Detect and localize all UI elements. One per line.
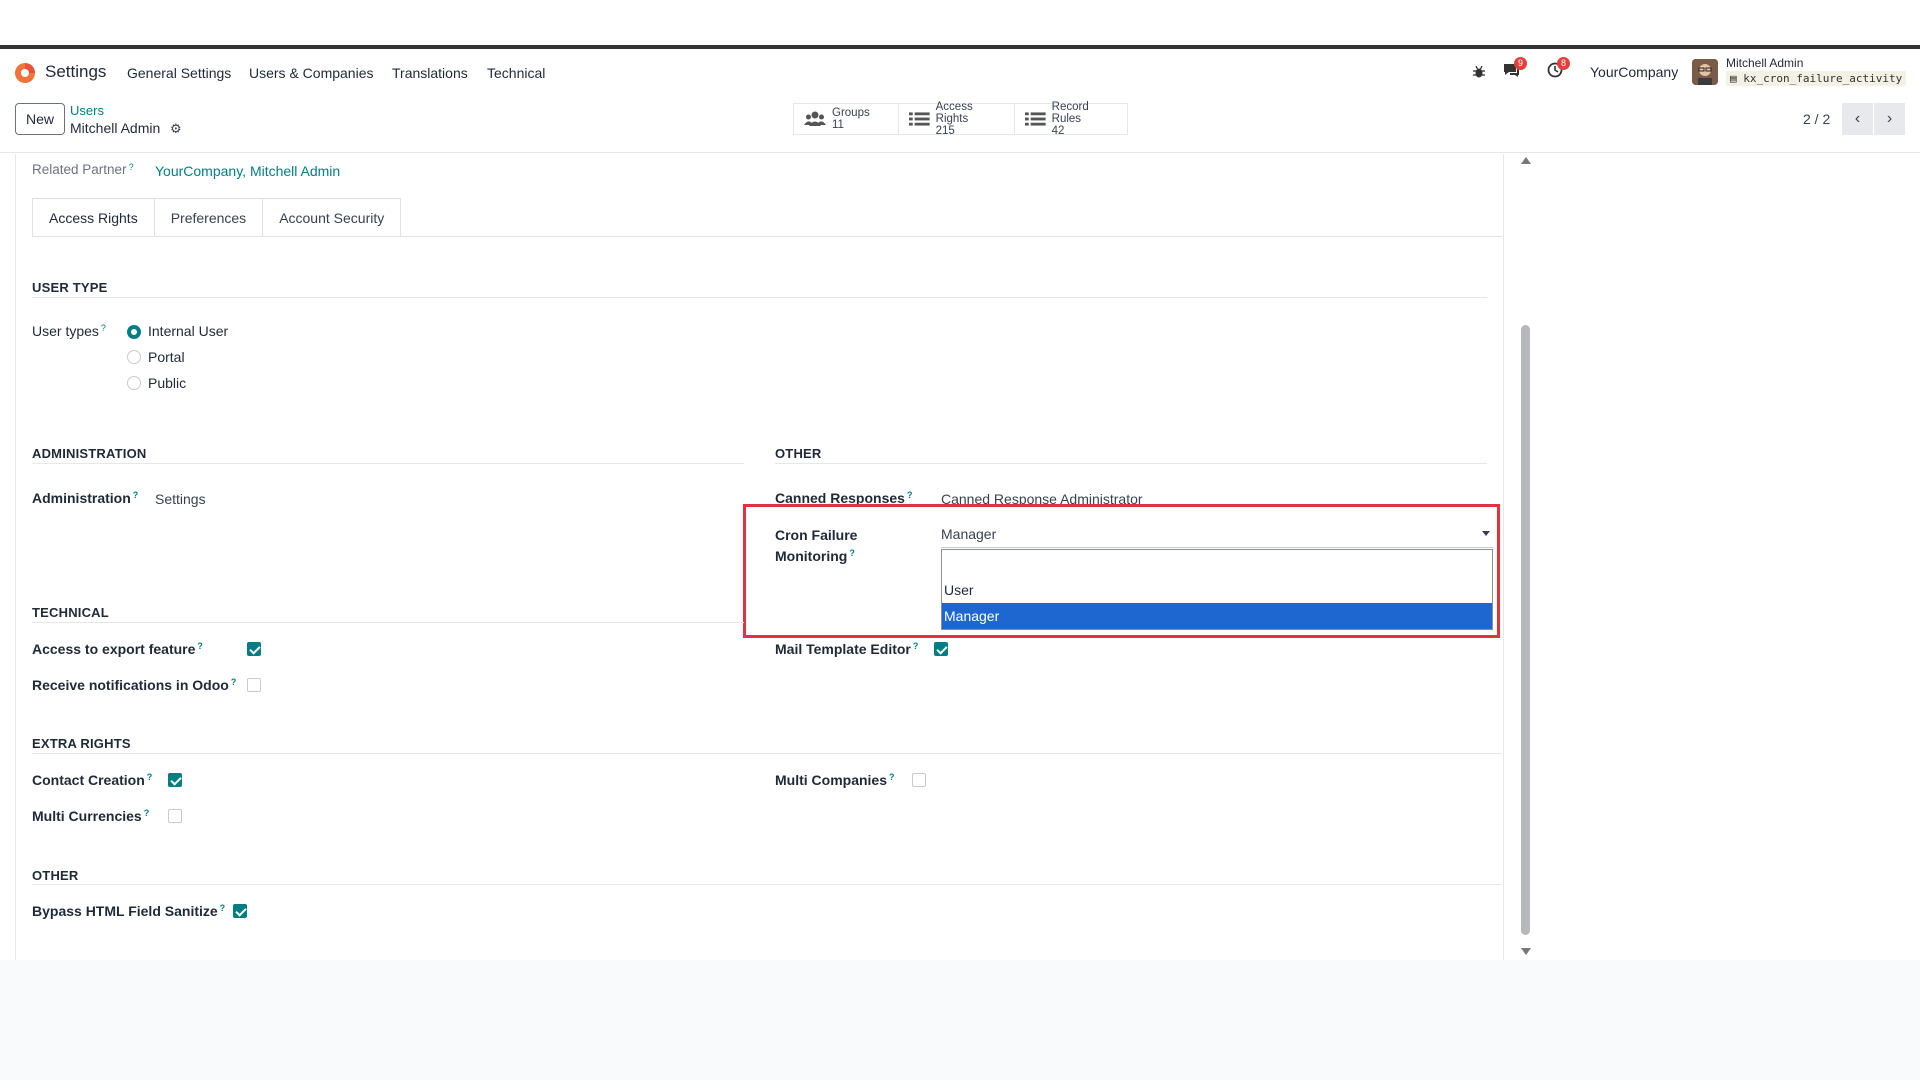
- breadcrumb-users[interactable]: Users: [70, 103, 104, 118]
- radio-portal[interactable]: [127, 350, 141, 364]
- help-icon[interactable]: ?: [133, 490, 139, 500]
- list-icon: [1025, 112, 1046, 126]
- separator: [775, 463, 1487, 464]
- bypass-html-label: Bypass HTML Field Sanitize?: [32, 903, 226, 919]
- section-extra-rights: EXTRA RIGHTS: [32, 736, 131, 751]
- section-user-type: USER TYPE: [32, 280, 108, 295]
- section-other-2: OTHER: [32, 868, 79, 883]
- scrollbar-thumb[interactable]: [1521, 325, 1530, 935]
- pager-previous-button[interactable]: ‹: [1842, 103, 1873, 135]
- breadcrumb-current: Mitchell Admin: [70, 120, 161, 136]
- notifications-checkbox[interactable]: [247, 678, 261, 692]
- multi-currencies-checkbox[interactable]: [168, 809, 182, 823]
- messages-icon[interactable]: 9: [1502, 49, 1527, 95]
- record-rules-label: Record Rules: [1051, 101, 1089, 125]
- list-icon: [909, 112, 930, 126]
- separator: [32, 884, 1502, 885]
- multi-companies-checkbox[interactable]: [912, 773, 926, 787]
- access-rights-count: 215: [935, 125, 955, 137]
- contact-creation-checkbox[interactable]: [168, 773, 182, 787]
- separator: [32, 463, 744, 464]
- separator: [32, 753, 1502, 754]
- chevron-left-icon: ‹: [1854, 110, 1861, 127]
- help-icon[interactable]: ?: [197, 641, 203, 651]
- multi-currencies-label: Multi Currencies?: [32, 808, 150, 824]
- user-avatar[interactable]: [1692, 59, 1718, 85]
- tabs-divider: [32, 236, 1502, 237]
- groups-smart-button[interactable]: Groups 11: [794, 104, 899, 134]
- odoo-settings-logo-icon[interactable]: [14, 62, 36, 84]
- user-name[interactable]: Mitchell Admin: [1726, 56, 1803, 70]
- help-icon[interactable]: ?: [889, 772, 895, 782]
- help-icon[interactable]: ?: [913, 641, 919, 651]
- section-administration: ADMINISTRATION: [32, 446, 147, 461]
- menu-technical[interactable]: Technical: [487, 65, 545, 81]
- groups-count: 11: [832, 119, 844, 131]
- access-rights-label: Access Rights: [935, 101, 973, 125]
- database-name-text: kx_cron_failure_activity: [1743, 72, 1903, 85]
- section-other: OTHER: [775, 446, 822, 461]
- help-icon[interactable]: ?: [129, 162, 134, 172]
- administration-label: Administration?: [32, 490, 139, 506]
- mail-template-editor-label: Mail Template Editor?: [775, 641, 919, 657]
- section-technical: TECHNICAL: [32, 605, 109, 620]
- administration-select[interactable]: Settings: [155, 491, 206, 507]
- export-feature-checkbox[interactable]: [247, 642, 261, 656]
- control-panel: New Users Mitchell Admin ⚙ Groups 11 Acce…: [0, 95, 1920, 153]
- contact-creation-label: Contact Creation?: [32, 772, 153, 788]
- access-rights-smart-button[interactable]: Access Rights 215: [899, 101, 1015, 137]
- help-icon[interactable]: ?: [907, 490, 913, 500]
- notifications-label: Receive notifications in Odoo?: [32, 677, 237, 693]
- tab-access-rights[interactable]: Access Rights: [32, 198, 155, 237]
- radio-public-label[interactable]: Public: [148, 375, 186, 391]
- scroll-up-arrow-icon[interactable]: [1521, 157, 1531, 164]
- bottom-area: [0, 960, 1920, 1080]
- user-types-label: User types?: [32, 323, 106, 339]
- tab-preferences[interactable]: Preferences: [153, 198, 264, 237]
- activities-clock-icon[interactable]: 8: [1547, 49, 1570, 95]
- menu-users-companies[interactable]: Users & Companies: [249, 65, 374, 81]
- record-rules-smart-button[interactable]: Record Rules 42: [1015, 101, 1127, 137]
- separator: [32, 297, 1487, 298]
- export-feature-label: Access to export feature?: [32, 641, 203, 657]
- bypass-html-checkbox[interactable]: [233, 904, 247, 918]
- new-button[interactable]: New: [15, 103, 65, 135]
- radio-internal-user-label[interactable]: Internal User: [148, 323, 228, 339]
- gear-icon[interactable]: ⚙: [170, 121, 182, 137]
- messages-badge: 9: [1513, 56, 1527, 70]
- smart-buttons: Groups 11 Access Rights 215 Record Rules 42: [793, 101, 1128, 137]
- related-partner-label: Related Partner?: [32, 162, 134, 177]
- menu-translations[interactable]: Translations: [392, 65, 468, 81]
- help-icon[interactable]: ?: [231, 677, 237, 687]
- help-icon[interactable]: ?: [147, 772, 153, 782]
- separator: [32, 622, 744, 623]
- related-partner-link[interactable]: YourCompany, Mitchell Admin: [155, 163, 340, 179]
- main-navbar: Settings General Settings Users & Compan…: [0, 49, 1920, 95]
- database-name: ▤ kx_cron_failure_activity: [1726, 71, 1907, 86]
- scroll-down-arrow-icon[interactable]: [1521, 948, 1531, 955]
- notebook-tabs: Access Rights Preferences Account Securi…: [32, 198, 402, 237]
- app-name[interactable]: Settings: [45, 62, 106, 82]
- company-switcher[interactable]: YourCompany: [1590, 64, 1678, 80]
- help-icon[interactable]: ?: [220, 903, 226, 913]
- record-rules-count: 42: [1051, 125, 1065, 137]
- pager-next-button[interactable]: ›: [1874, 103, 1905, 135]
- multi-companies-label: Multi Companies?: [775, 772, 895, 788]
- menu-general-settings[interactable]: General Settings: [127, 65, 231, 81]
- radio-portal-label[interactable]: Portal: [148, 349, 185, 365]
- users-icon: [804, 111, 826, 126]
- pager-value[interactable]: 2 / 2: [1803, 111, 1830, 127]
- debug-icon[interactable]: [1472, 49, 1486, 95]
- mail-template-editor-checkbox[interactable]: [934, 642, 948, 656]
- tab-account-security[interactable]: Account Security: [262, 198, 402, 237]
- help-icon[interactable]: ?: [144, 808, 150, 818]
- radio-public[interactable]: [127, 376, 141, 390]
- chevron-right-icon: ›: [1886, 110, 1893, 127]
- activities-badge: 8: [1556, 56, 1570, 70]
- radio-internal-user[interactable]: [127, 325, 141, 339]
- groups-label: Groups: [832, 107, 870, 119]
- help-icon[interactable]: ?: [101, 323, 106, 333]
- annotation-highlight-box: [743, 504, 1500, 638]
